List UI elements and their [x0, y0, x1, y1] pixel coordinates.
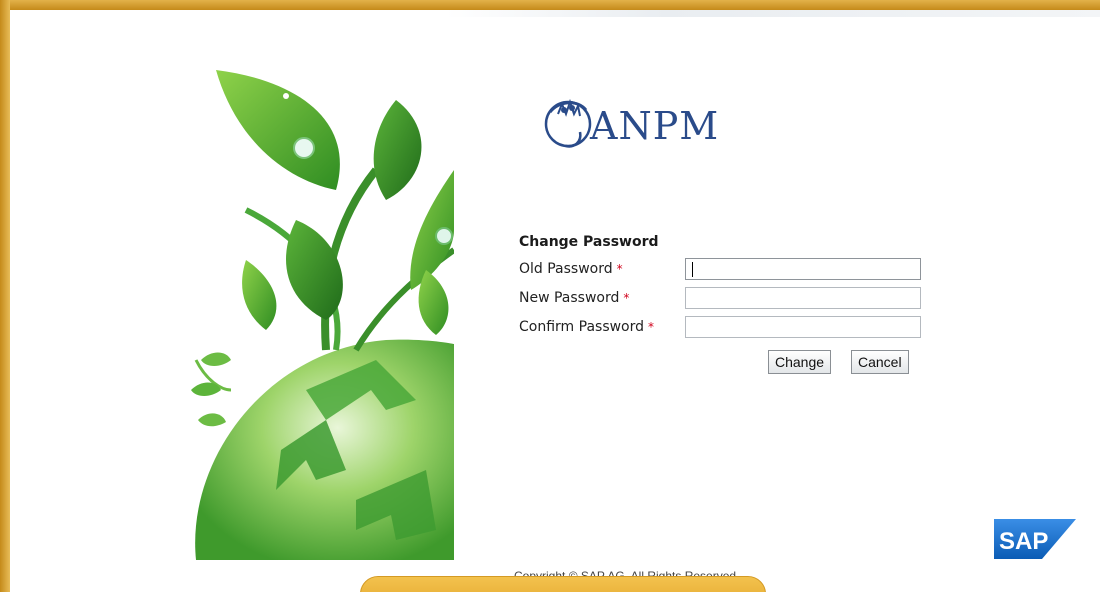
confirm-password-row: Confirm Password * — [519, 316, 939, 342]
new-password-label: New Password * — [519, 290, 630, 306]
sap-logo: SAP — [994, 519, 1076, 559]
bottom-tab — [360, 576, 766, 592]
window-top-border — [0, 0, 1100, 10]
eco-illustration — [186, 60, 454, 560]
globe-tree-icon — [544, 98, 592, 148]
login-window: ANPM Change Password Old Password * New P… — [0, 0, 1100, 592]
old-password-input[interactable] — [685, 258, 921, 280]
logo-text: ANPM — [590, 104, 720, 148]
new-password-row: New Password * — [519, 287, 939, 313]
header-shade — [10, 10, 1100, 17]
cancel-button[interactable]: Cancel — [851, 350, 909, 374]
form-title: Change Password — [519, 234, 659, 250]
text-caret — [692, 262, 693, 277]
required-marker: * — [648, 320, 655, 334]
sap-logo-text: SAP — [999, 528, 1048, 555]
change-button[interactable]: Change — [768, 350, 832, 374]
confirm-password-label: Confirm Password * — [519, 319, 655, 335]
required-marker: * — [623, 291, 630, 305]
required-marker: * — [616, 262, 623, 276]
old-password-label: Old Password * — [519, 261, 623, 277]
new-password-input[interactable] — [685, 287, 921, 309]
anpm-logo: ANPM — [540, 92, 770, 162]
old-password-row: Old Password * — [519, 258, 939, 284]
confirm-password-input[interactable] — [685, 316, 921, 338]
window-left-border — [0, 0, 10, 592]
